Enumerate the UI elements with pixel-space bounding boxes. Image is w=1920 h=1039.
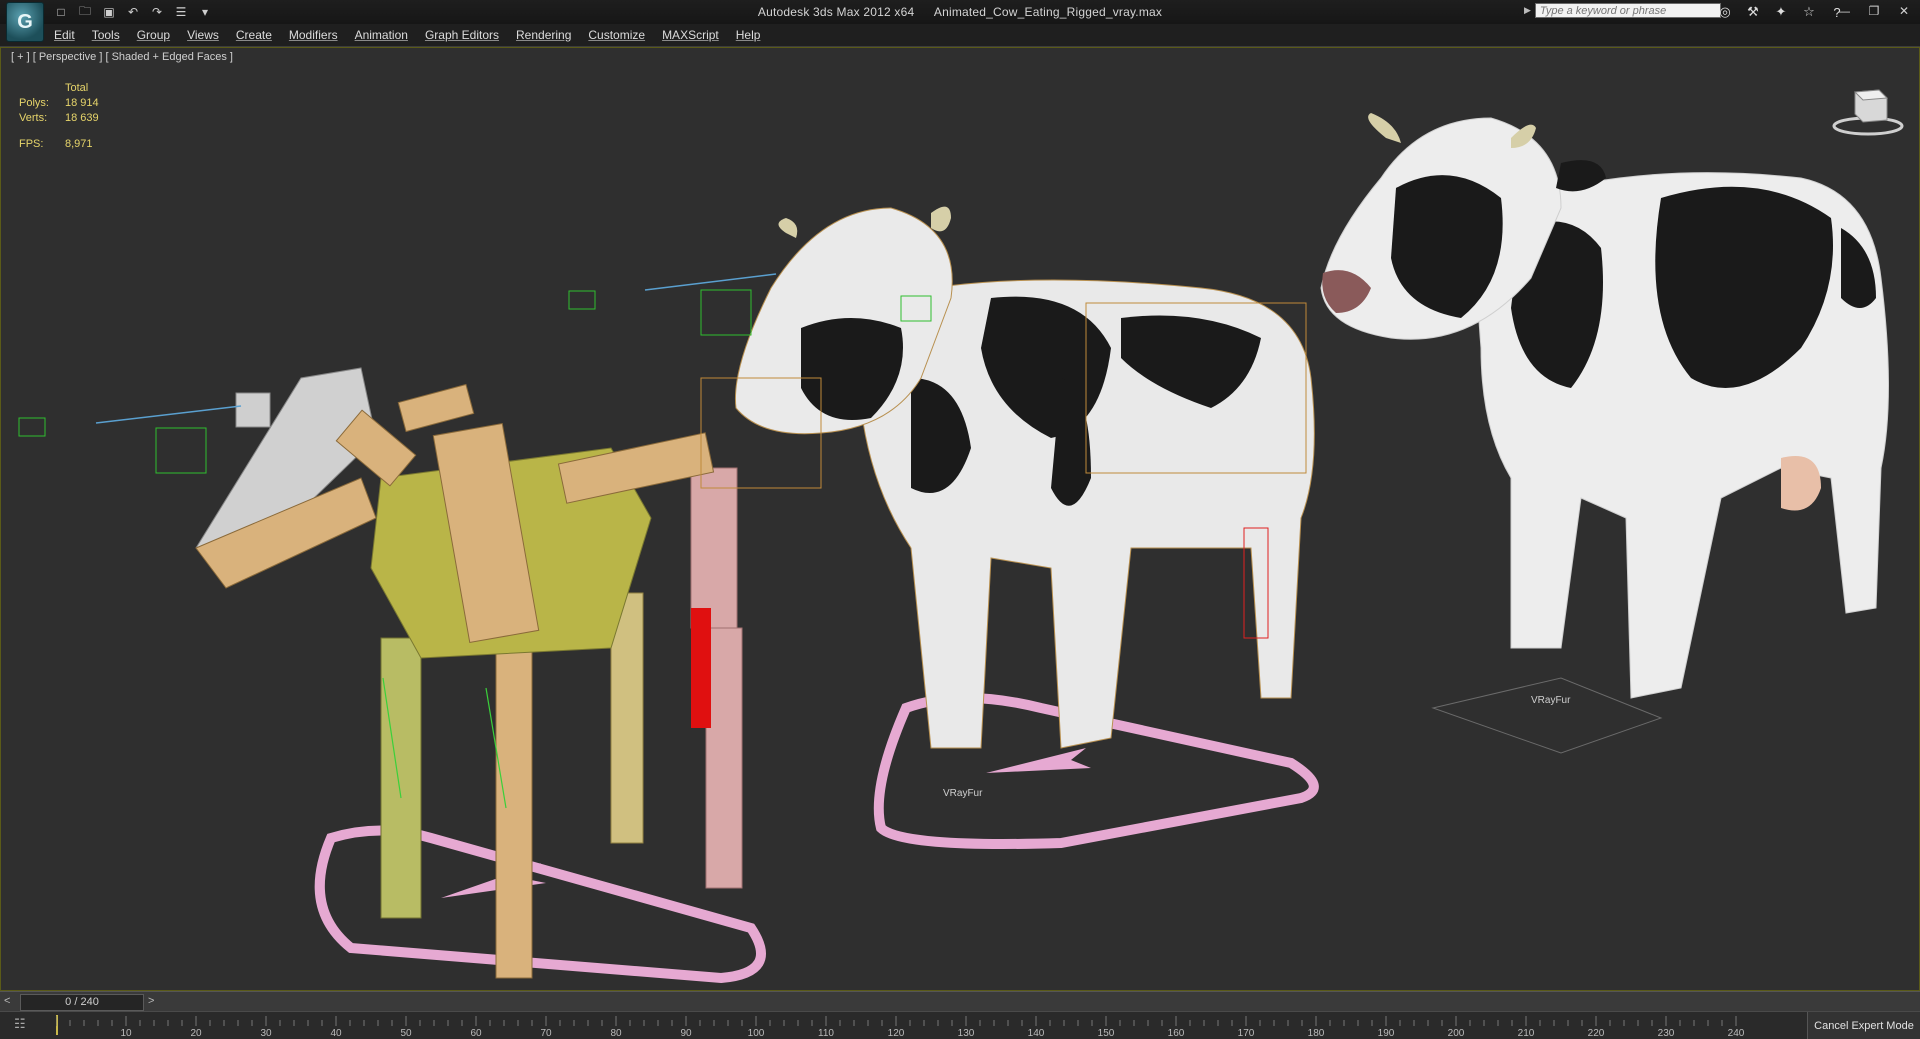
bone-ear (397, 383, 475, 433)
bone-front-leg-right (495, 647, 533, 979)
track-bar[interactable]: ☷ 10 20 30 40 50 60 70 80 90 100 110 120 130 140 150 16… (0, 1011, 1920, 1039)
helper-box-3 (568, 290, 596, 310)
binoculars-icon[interactable]: ◎ (1716, 3, 1734, 21)
ruler-tick-label: 100 (748, 1028, 765, 1039)
ruler-tick-label: 80 (610, 1028, 622, 1039)
close-icon[interactable]: ✕ (1896, 3, 1912, 19)
ruler-tick-label: 10 (120, 1028, 132, 1039)
menu-create[interactable]: Create (236, 28, 272, 42)
ruler-tick-label: 230 (1658, 1028, 1675, 1039)
menu-customize[interactable]: Customize (588, 28, 645, 42)
ruler-tick-label: 150 (1098, 1028, 1115, 1039)
helper-box-1 (18, 417, 46, 437)
satellite-icon[interactable]: ✦ (1772, 3, 1790, 21)
menu-group[interactable]: Group (137, 28, 170, 42)
menu-views[interactable]: Views (187, 28, 219, 42)
viewport-statistics: Total Polys: 18 914 Verts: 18 639 FPS: 8,97… (19, 81, 99, 152)
menu-tools[interactable]: Tools (92, 28, 120, 42)
app-logo-letter: G (17, 10, 33, 33)
ruler-tick-label: 140 (1028, 1028, 1045, 1039)
title-bar: G □ 🗀 ▣ ↶ ↷ ☰ ▾ Autodesk 3ds Max 2012 x6… (0, 0, 1920, 42)
time-slider: < 0 / 240 > (0, 991, 1920, 1012)
window-controls: — ❐ ✕ (1836, 3, 1912, 19)
infocenter-search: ▶ (1524, 3, 1721, 18)
ruler-tick-label: 110 (818, 1028, 834, 1039)
star-icon[interactable]: ☆ (1800, 3, 1818, 21)
scene-canvas[interactable]: VRayFur VRayFur (1, 48, 1920, 991)
vrayfur-label-2: VRayFur (1531, 695, 1571, 706)
fps-label: FPS: (19, 138, 44, 150)
ruler-tick-label: 180 (1308, 1028, 1325, 1039)
verts-label: Verts: (19, 112, 48, 124)
ruler-tick-label: 170 (1238, 1028, 1255, 1039)
helper-box-4 (700, 289, 752, 336)
menu-bar: Edit Tools Group Views Create Modifiers … (0, 24, 1920, 47)
bone-rear-leg-left (690, 467, 738, 629)
ruler-tick-label: 190 (1378, 1028, 1395, 1039)
helper-box-2 (155, 427, 207, 474)
cancel-expert-mode-button[interactable]: Cancel Expert Mode (1807, 1012, 1920, 1039)
app-title: Autodesk 3ds Max 2012 x64 (757, 5, 915, 19)
ruler-tick-label: 220 (1588, 1028, 1605, 1039)
viewcube-icon[interactable] (1831, 82, 1905, 138)
cow-right-horn-left (1368, 113, 1401, 143)
cow-mid-horn-left (778, 218, 798, 238)
menu-graph-editors[interactable]: Graph Editors (425, 28, 499, 42)
verts-value: 18 639 (65, 112, 99, 124)
fps-value: 8,971 (65, 138, 93, 150)
time-slider-prev[interactable]: < (4, 995, 10, 1007)
helper-line-2 (644, 273, 777, 291)
file-name: Animated_Cow_Eating_Rigged_vray.max (933, 5, 1163, 19)
ruler-tick-label: 40 (330, 1028, 342, 1039)
ruler-tick-label: 20 (190, 1028, 202, 1039)
bone-front-leg-left (380, 637, 422, 919)
bone-rig-cow[interactable] (18, 367, 766, 984)
bone-rear-leg-left-low (705, 627, 743, 889)
ruler-tick-label: 240 (1728, 1028, 1745, 1039)
track-bar-ruler[interactable]: 10 20 30 40 50 60 70 80 90 100 110 120 130 140 150 160 1… (56, 1012, 1756, 1039)
timeline-config-icon[interactable]: ☷ (14, 1016, 34, 1032)
search-expand-icon[interactable]: ▶ (1524, 5, 1531, 16)
vrayfur-label-1: VRayFur (943, 788, 983, 799)
ruler-tick-label: 160 (1168, 1028, 1185, 1039)
ruler-tick-label: 50 (400, 1028, 412, 1039)
ruler-tick-label: 70 (540, 1028, 552, 1039)
helper-line-1 (95, 405, 242, 424)
perspective-viewport[interactable]: VRayFur VRayFur [ + ] [ Perspective ] [ … (0, 47, 1920, 991)
path-arrow-middle (986, 748, 1091, 773)
wireframe-cow[interactable]: VRayFur (568, 206, 1319, 849)
bone-ear-grey (235, 392, 271, 428)
menu-edit[interactable]: Edit (54, 28, 75, 42)
rendered-cow[interactable]: VRayFur (1320, 113, 1889, 754)
polys-label: Polys: (19, 97, 49, 109)
time-slider-next[interactable]: > (148, 995, 154, 1007)
menu-modifiers[interactable]: Modifiers (289, 28, 338, 42)
ruler-tick-label: 210 (1518, 1028, 1535, 1039)
fur-plane (1431, 677, 1663, 754)
3dsmax-window: G □ 🗀 ▣ ↶ ↷ ☰ ▾ Autodesk 3ds Max 2012 x6… (0, 0, 1920, 1039)
restore-icon[interactable]: ❐ (1866, 3, 1882, 19)
menu-rendering[interactable]: Rendering (516, 28, 571, 42)
cow-mid-horn-right (931, 206, 951, 232)
time-slider-thumb[interactable]: 0 / 240 (20, 994, 144, 1011)
menu-maxscript[interactable]: MAXScript (662, 28, 719, 42)
ruler-tick-label: 200 (1448, 1028, 1465, 1039)
polys-value: 18 914 (65, 97, 99, 109)
minimize-icon[interactable]: — (1836, 3, 1852, 19)
search-input[interactable] (1534, 3, 1721, 18)
stats-header: Total (65, 82, 89, 94)
tools-icon[interactable]: ⚒ (1744, 3, 1762, 21)
viewport-label[interactable]: [ + ] [ Perspective ] [ Shaded + Edged F… (11, 51, 233, 63)
ruler-tick-label: 120 (888, 1028, 905, 1039)
ruler-tick-label: 60 (470, 1028, 482, 1039)
ruler-tick-label: 30 (260, 1028, 272, 1039)
bone-red-selected (691, 608, 711, 728)
application-menu-button[interactable]: G (6, 2, 44, 42)
ruler-tick-label: 130 (958, 1028, 975, 1039)
menu-help[interactable]: Help (736, 28, 761, 42)
infocenter-icons: ◎ ⚒ ✦ ☆ ? (1716, 3, 1846, 21)
menu-animation[interactable]: Animation (355, 28, 408, 42)
ruler-tick-label: 90 (680, 1028, 692, 1039)
